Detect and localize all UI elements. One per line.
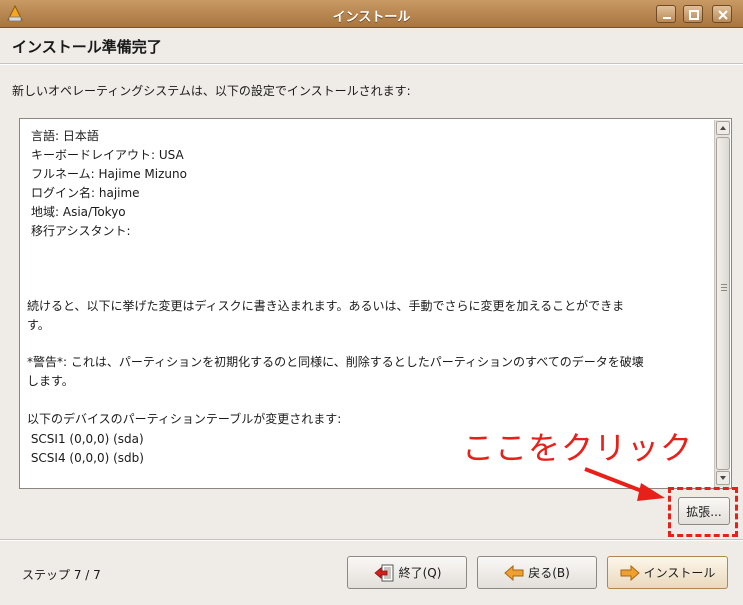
scroll-thumb[interactable]	[716, 137, 730, 470]
arrow-up-icon	[720, 126, 726, 130]
vertical-scrollbar[interactable]	[714, 120, 730, 487]
back-button-label: 戻る(B)	[528, 566, 570, 580]
summary-line: フルネーム: Hajime Mizuno	[31, 167, 187, 181]
title-bar[interactable]: インストール	[0, 0, 743, 28]
advanced-button[interactable]: 拡張...	[678, 497, 730, 525]
summary-line: す。	[27, 318, 50, 332]
summary-line: キーボードレイアウト: USA	[31, 148, 184, 162]
minimize-button[interactable]	[656, 5, 676, 23]
close-window-button[interactable]	[712, 5, 732, 23]
scroll-up-button[interactable]	[716, 121, 730, 135]
maximize-button[interactable]	[683, 5, 703, 23]
close-icon	[718, 10, 728, 20]
quit-button[interactable]: 終了(Q)	[347, 556, 467, 589]
window-title: インストール	[332, 10, 411, 25]
scroll-down-button[interactable]	[716, 471, 730, 485]
summary-line: SCSI4 (0,0,0) (sdb)	[27, 451, 144, 465]
summary-line: 移行アシスタント:	[31, 224, 131, 238]
summary-line: 以下のデバイスのパーティションテーブルが変更されます:	[27, 412, 342, 426]
advanced-button-label: 拡張...	[686, 504, 722, 519]
summary-line: ログイン名: hajime	[31, 186, 140, 200]
summary-line: 言語: 日本語	[31, 129, 99, 143]
header-divider	[0, 63, 743, 65]
step-indicator: ステップ 7 / 7	[22, 568, 101, 582]
grip-line	[721, 287, 727, 288]
footer-divider	[0, 539, 743, 541]
click-here-annotation: ここをクリック	[462, 429, 694, 467]
arrow-down-icon	[720, 476, 726, 480]
install-button[interactable]: インストール	[607, 556, 728, 589]
exit-icon	[373, 564, 394, 581]
back-button[interactable]: 戻る(B)	[477, 556, 597, 589]
summary-line: 続けると、以下に挙げた変更はディスクに書き込まれます。あるいは、手動でさらに変更…	[27, 299, 625, 313]
summary-line: *警告*: これは、パーティションを初期化するのと同様に、削除するとしたパーティ…	[27, 355, 644, 369]
summary-line: SCSI1 (0,0,0) (sda)	[27, 432, 144, 446]
maximize-icon	[689, 10, 699, 20]
intro-text: 新しいオペレーティングシステムは、以下の設定でインストールされます:	[12, 84, 411, 98]
arrow-right-icon	[620, 564, 640, 581]
install-window: インストール インストール準備完了 新しいオペレーティングシステムは、以下の設定…	[0, 0, 743, 605]
minimize-icon	[663, 17, 671, 19]
summary-line: します。	[27, 374, 74, 388]
grip-line	[721, 284, 727, 285]
arrow-left-icon	[504, 564, 524, 581]
red-arrow-icon	[584, 467, 665, 501]
install-button-label: インストール	[643, 566, 716, 580]
summary-line: 地域: Asia/Tokyo	[31, 205, 126, 219]
page-title: インストール準備完了	[12, 38, 162, 56]
grip-line	[721, 290, 727, 291]
quit-button-label: 終了(Q)	[398, 566, 442, 580]
